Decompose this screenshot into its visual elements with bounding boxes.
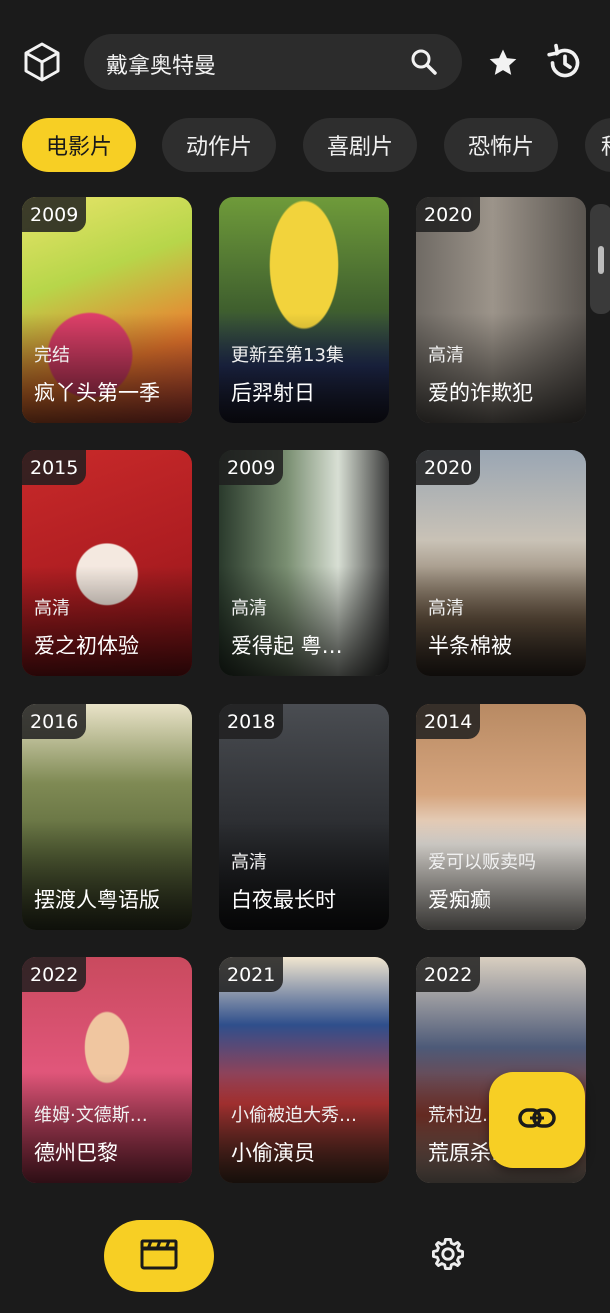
search-icon[interactable] — [410, 48, 438, 80]
movie-card[interactable]: 更新至第13集 后羿射日 — [219, 197, 389, 423]
year-badge: 2020 — [416, 450, 481, 485]
movie-title: 半条棉被 — [428, 634, 512, 658]
movie-title: 小偷演员 — [231, 1141, 315, 1165]
movie-title: 疯丫头第一季 — [34, 381, 160, 405]
movie-card[interactable]: 2016 摆渡人粤语版 — [22, 704, 192, 930]
tab-comedy[interactable]: 喜剧片 — [303, 118, 417, 172]
movie-card[interactable]: 2022 维姆·文德斯… 德州巴黎 — [22, 957, 192, 1183]
movie-card[interactable]: 2018 高清 白夜最长时 — [219, 704, 389, 930]
year-badge: 2018 — [219, 704, 284, 739]
movie-card[interactable]: 2021 小偷被迫大秀… 小偷演员 — [219, 957, 389, 1183]
settings-button[interactable] — [424, 1232, 472, 1280]
scrollbar[interactable] — [590, 204, 610, 314]
movie-clapper-icon — [140, 1238, 178, 1274]
year-badge: 2009 — [219, 450, 284, 485]
movie-card[interactable]: 2014 爱可以贩卖吗 爱痴癫 — [416, 704, 586, 930]
year-badge: 2020 — [416, 197, 481, 232]
movie-title: 白夜最长时 — [231, 888, 336, 912]
movie-card[interactable]: 2020 高清 爱的诈欺犯 — [416, 197, 586, 423]
movie-card[interactable]: 2020 高清 半条棉被 — [416, 450, 586, 676]
status-label: 高清 — [428, 345, 464, 366]
link-icon — [517, 1106, 557, 1134]
settings-gear-icon — [429, 1235, 467, 1277]
category-tabs: 电影片 动作片 喜剧片 恐怖片 科 — [0, 114, 610, 174]
year-badge: 2022 — [22, 957, 87, 992]
status-label: 更新至第13集 — [231, 345, 344, 366]
year-badge: 2009 — [22, 197, 87, 232]
movie-title: 后羿射日 — [231, 381, 315, 405]
tab-horror[interactable]: 恐怖片 — [444, 118, 558, 172]
movie-card[interactable]: 2009 完结 疯丫头第一季 — [22, 197, 192, 423]
year-badge: 2022 — [416, 957, 481, 992]
scrollbar-thumb[interactable] — [598, 246, 604, 274]
status-label: 爱可以贩卖吗 — [428, 852, 536, 873]
status-label: 高清 — [231, 852, 267, 873]
movie-title: 爱的诈欺犯 — [428, 381, 533, 405]
status-label: 完结 — [34, 345, 70, 366]
cube-icon[interactable] — [20, 40, 64, 84]
search-input[interactable]: 戴拿奥特曼 — [106, 48, 216, 80]
link-button[interactable] — [489, 1072, 585, 1168]
nav-movies-button[interactable] — [104, 1220, 214, 1292]
movie-title: 德州巴黎 — [34, 1141, 118, 1165]
year-badge: 2015 — [22, 450, 87, 485]
star-icon[interactable] — [484, 44, 522, 82]
status-label: 高清 — [428, 598, 464, 619]
movie-title: 爱得起 粤… — [231, 634, 343, 658]
movie-title: 爱之初体验 — [34, 634, 139, 658]
year-badge: 2021 — [219, 957, 284, 992]
tab-scifi[interactable]: 科 — [585, 118, 610, 172]
status-label: 高清 — [34, 598, 70, 619]
status-label: 小偷被迫大秀… — [231, 1105, 357, 1126]
year-badge: 2016 — [22, 704, 87, 739]
tab-movies[interactable]: 电影片 — [22, 118, 136, 172]
movie-card[interactable]: 2015 高清 爱之初体验 — [22, 450, 192, 676]
status-label: 高清 — [231, 598, 267, 619]
year-badge: 2014 — [416, 704, 481, 739]
movie-title: 爱痴癫 — [428, 888, 491, 912]
movie-card[interactable]: 2009 高清 爱得起 粤… — [219, 450, 389, 676]
status-label: 维姆·文德斯… — [34, 1105, 148, 1126]
search-box[interactable]: 戴拿奥特曼 — [84, 34, 462, 90]
history-icon[interactable] — [544, 42, 586, 84]
tab-action[interactable]: 动作片 — [162, 118, 276, 172]
movie-title: 摆渡人粤语版 — [34, 888, 160, 912]
